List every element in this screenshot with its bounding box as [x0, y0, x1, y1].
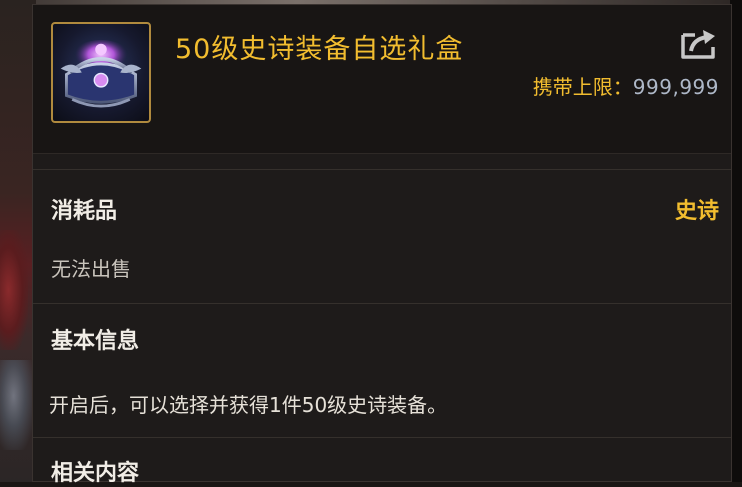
basic-info-text: 开启后，可以选择并获得1件50级史诗装备。 — [49, 393, 448, 417]
item-title: 50级史诗装备自选礼盒 — [175, 34, 464, 65]
carry-limit-label: 携带上限： — [532, 75, 633, 99]
epic-equipment-chest-icon[interactable] — [51, 22, 151, 123]
game-background-left — [0, 0, 36, 482]
item-category: 消耗品 — [51, 199, 118, 224]
item-rarity: 史诗 — [674, 199, 719, 224]
carry-limit-value: 999,999 — [632, 75, 719, 99]
divider — [33, 303, 731, 304]
share-button[interactable] — [679, 27, 719, 61]
divider — [33, 437, 731, 438]
basic-info-title: 基本信息 — [51, 329, 140, 354]
trade-status: 无法出售 — [51, 257, 131, 281]
related-content-title: 相关内容 — [51, 461, 140, 486]
carry-limit: 携带上限：999,999 — [533, 71, 719, 100]
item-header: 50级史诗装备自选礼盒 携带上限：999,999 — [33, 5, 731, 154]
divider — [33, 169, 731, 170]
chest-graphic — [60, 39, 142, 108]
item-tooltip-panel: 50级史诗装备自选礼盒 携带上限：999,999 消耗品 史诗 无法出售 基本信… — [32, 4, 732, 486]
share-icon — [681, 30, 715, 59]
